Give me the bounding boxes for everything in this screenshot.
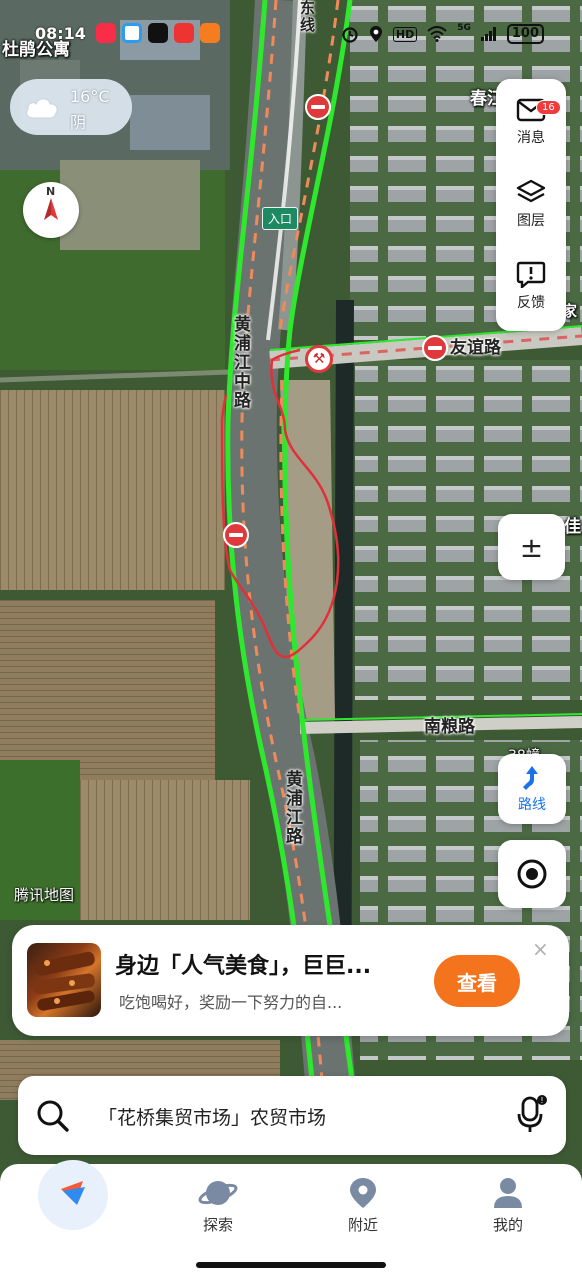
promo-title: 身边「人气美食」，巨巨... xyxy=(115,954,372,979)
entrance-tag[interactable]: 入口 xyxy=(262,207,299,230)
route-icon xyxy=(523,766,538,790)
compass-icon xyxy=(44,198,58,220)
zoom-button[interactable]: ± xyxy=(498,514,565,580)
road-label-nanliang: 南粮路 xyxy=(424,717,475,737)
no-entry-icon[interactable] xyxy=(422,335,448,361)
no-entry-icon[interactable] xyxy=(223,522,249,548)
status-bar: 08:14 HD 5G 100 xyxy=(0,20,582,50)
nav-explore[interactable]: 探索 xyxy=(183,1176,253,1235)
bottom-navigation: 探索 附近 我的 xyxy=(0,1160,582,1280)
search-bar[interactable]: 「花桥集贸市场」农贸市场 ! xyxy=(18,1076,566,1155)
close-icon[interactable]: × xyxy=(532,937,549,961)
promo-image xyxy=(27,943,101,1017)
promo-view-button[interactable]: 查看 xyxy=(434,955,520,1007)
road-label-youyi: 友谊路 xyxy=(450,338,501,358)
status-time: 08:14 xyxy=(35,24,86,43)
messages-label: 消息 xyxy=(517,130,545,146)
tiktok-app-icon xyxy=(148,23,168,43)
map-watermark: 腾讯地图 xyxy=(14,886,75,904)
promo-card[interactable]: 身边「人气美食」，巨巨... 吃饱喝好，奖励一下努力的自... 查看 × xyxy=(12,925,569,1036)
user-icon xyxy=(494,1178,522,1208)
nav-nearby-label: 附近 xyxy=(347,1216,378,1234)
signal-icon xyxy=(480,27,496,41)
route-label: 路线 xyxy=(518,797,546,813)
search-input[interactable]: 「花桥集贸市场」农贸市场 xyxy=(98,1103,326,1130)
browser-app-icon xyxy=(122,23,142,43)
alarm-icon xyxy=(342,27,358,43)
weather-temperature: 16°C xyxy=(70,87,110,106)
cloud-icon xyxy=(26,98,58,119)
shop-app-icon xyxy=(200,23,220,43)
microphone-icon[interactable]: ! xyxy=(516,1094,548,1136)
nav-home-button[interactable] xyxy=(38,1160,108,1230)
place-label-jia[interactable]: 佳 xyxy=(564,512,581,537)
feedback-icon xyxy=(516,261,546,288)
locate-button[interactable] xyxy=(498,840,566,908)
hd-indicator: HD xyxy=(392,26,418,42)
road-label-huangpu: 黄浦江路 xyxy=(282,770,302,846)
planet-icon xyxy=(198,1181,238,1205)
location-icon xyxy=(369,26,382,42)
nav-nearby[interactable]: 附近 xyxy=(328,1176,398,1235)
feedback-button[interactable]: 反馈 xyxy=(496,249,566,323)
music-app-icon xyxy=(96,23,116,43)
news-app-icon xyxy=(174,23,194,43)
road-label-huangpu-middle: 黄浦江中路 xyxy=(230,315,250,410)
status-indicators: HD 5G 100 xyxy=(341,23,544,44)
messages-badge: 16 xyxy=(536,100,561,115)
location-pin-icon xyxy=(350,1178,376,1208)
zoom-symbol: ± xyxy=(519,530,544,564)
wifi-icon xyxy=(427,26,447,42)
layers-icon xyxy=(516,179,546,203)
nav-profile[interactable]: 我的 xyxy=(473,1176,543,1235)
map-tools-panel: 消息 16 图层 反馈 xyxy=(496,79,566,331)
layers-button[interactable]: 图层 xyxy=(496,167,566,241)
weather-condition: 阴 xyxy=(70,113,87,132)
construction-icon[interactable]: ⚒ xyxy=(305,345,333,373)
feedback-label: 反馈 xyxy=(517,295,545,311)
messages-button[interactable]: 消息 16 xyxy=(496,85,566,159)
svg-text:!: ! xyxy=(540,1096,543,1105)
nav-profile-label: 我的 xyxy=(492,1216,523,1234)
promo-subtitle: 吃饱喝好，奖励一下努力的自... xyxy=(119,993,343,1012)
search-icon xyxy=(37,1100,69,1132)
route-button[interactable]: 路线 xyxy=(498,754,566,824)
battery-indicator: 100 xyxy=(506,24,544,44)
layers-label: 图层 xyxy=(517,213,545,229)
nav-explore-label: 探索 xyxy=(202,1216,233,1234)
bbq-skewers-image xyxy=(33,951,95,1011)
network-type: 5G xyxy=(457,23,471,33)
no-entry-icon[interactable] xyxy=(305,94,331,120)
home-indicator[interactable] xyxy=(196,1262,386,1268)
notification-icons xyxy=(96,23,220,43)
weather-widget[interactable]: 16°C 阴 xyxy=(10,79,132,135)
locate-icon xyxy=(517,859,547,889)
home-compass-icon xyxy=(61,1181,85,1205)
compass-button[interactable]: N xyxy=(23,182,79,238)
